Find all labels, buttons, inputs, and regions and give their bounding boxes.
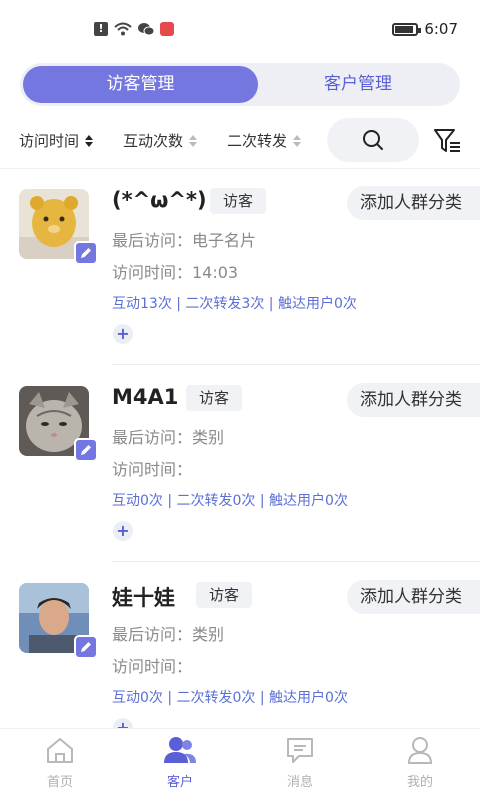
sort-arrows-icon bbox=[85, 134, 94, 147]
tab-messages-label: 消息 bbox=[286, 775, 313, 790]
add-tag-button[interactable]: + bbox=[113, 324, 133, 344]
tab-messages[interactable]: 消息 bbox=[260, 735, 340, 790]
visitor-stats[interactable]: 互动0次 | 二次转发0次 | 触达用户0次 bbox=[112, 687, 348, 707]
edit-button[interactable] bbox=[74, 241, 98, 265]
visitor-name: M4A1 bbox=[112, 385, 179, 409]
visitor-name: (*^ω^*) bbox=[112, 188, 207, 212]
search-icon bbox=[363, 130, 383, 150]
last-visit: 最后访问：电子名片 bbox=[112, 231, 257, 250]
filter-bar: 访问时间 互动次数 二次转发 bbox=[0, 118, 480, 164]
filter-icon[interactable] bbox=[432, 126, 462, 156]
message-icon bbox=[287, 738, 313, 763]
tab-customers-label: 客户 bbox=[166, 775, 193, 790]
pencil-icon bbox=[81, 642, 91, 652]
visitor-card[interactable]: (*^ω^*) 访客 添加人群分类 最后访问：电子名片 访问时间：14:03 互… bbox=[0, 168, 480, 365]
bottom-tab-bar: 首页 客户 消息 我的 bbox=[0, 728, 480, 800]
segment-control: 访客管理 客户管理 bbox=[20, 63, 460, 106]
add-group-button[interactable]: 添加人群分类 bbox=[347, 186, 480, 220]
search-button[interactable] bbox=[327, 118, 419, 162]
visit-time: 访问时间：14:03 bbox=[112, 263, 239, 282]
tab-customers[interactable]: 客户 bbox=[140, 735, 220, 790]
wechat-icon bbox=[138, 23, 154, 36]
last-visit: 最后访问：类别 bbox=[112, 625, 225, 644]
filter-visit-time[interactable]: 访问时间 bbox=[19, 130, 94, 151]
last-visit: 最后访问：类别 bbox=[112, 428, 225, 447]
tab-visitor-management[interactable]: 访客管理 bbox=[23, 66, 258, 103]
add-group-button[interactable]: 添加人群分类 bbox=[347, 580, 480, 614]
alert-icon: ! bbox=[94, 22, 108, 36]
tab-home-label: 首页 bbox=[46, 775, 73, 790]
profile-icon bbox=[407, 737, 433, 764]
filter-visit-time-label: 访问时间 bbox=[19, 132, 80, 150]
notification-icons: ! bbox=[94, 22, 174, 36]
visitor-tag: 访客 bbox=[210, 188, 267, 214]
edit-button[interactable] bbox=[74, 635, 98, 659]
tab-customer-management[interactable]: 客户管理 bbox=[258, 66, 458, 103]
visitor-stats[interactable]: 互动13次 | 二次转发3次 | 触达用户0次 bbox=[112, 293, 357, 313]
visitor-tag: 访客 bbox=[196, 582, 253, 608]
visit-time: 访问时间： bbox=[112, 657, 193, 676]
filter-reshare-label: 二次转发 bbox=[227, 132, 288, 150]
visitor-card[interactable]: M4A1 访客 添加人群分类 最后访问：类别 访问时间： 互动0次 | 二次转发… bbox=[0, 365, 480, 562]
app-red-icon bbox=[160, 22, 174, 36]
filter-interaction-count[interactable]: 互动次数 bbox=[123, 130, 198, 151]
visitor-stats[interactable]: 互动0次 | 二次转发0次 | 触达用户0次 bbox=[112, 490, 348, 510]
status-time: 6:07 bbox=[424, 20, 458, 38]
visitor-tag: 访客 bbox=[186, 385, 243, 411]
filter-interaction-count-label: 互动次数 bbox=[123, 132, 184, 150]
pencil-icon bbox=[81, 248, 91, 258]
status-bar: ! 6:07 bbox=[0, 0, 480, 60]
tab-home[interactable]: 首页 bbox=[20, 735, 100, 790]
visit-time: 访问时间： bbox=[112, 460, 193, 479]
sort-arrows-icon bbox=[189, 134, 198, 147]
filter-reshare[interactable]: 二次转发 bbox=[227, 130, 302, 151]
wifi-icon bbox=[114, 22, 132, 36]
edit-button[interactable] bbox=[74, 438, 98, 462]
visitor-name: 娃十娃 bbox=[112, 586, 175, 610]
battery-icon bbox=[392, 22, 422, 36]
tab-mine-label: 我的 bbox=[406, 775, 433, 790]
tab-mine[interactable]: 我的 bbox=[380, 735, 460, 790]
sort-arrows-icon bbox=[293, 134, 302, 147]
add-group-button[interactable]: 添加人群分类 bbox=[347, 383, 480, 417]
pencil-icon bbox=[81, 445, 91, 455]
add-tag-button[interactable]: + bbox=[113, 521, 133, 541]
users-icon bbox=[164, 737, 196, 763]
home-icon bbox=[47, 738, 73, 763]
